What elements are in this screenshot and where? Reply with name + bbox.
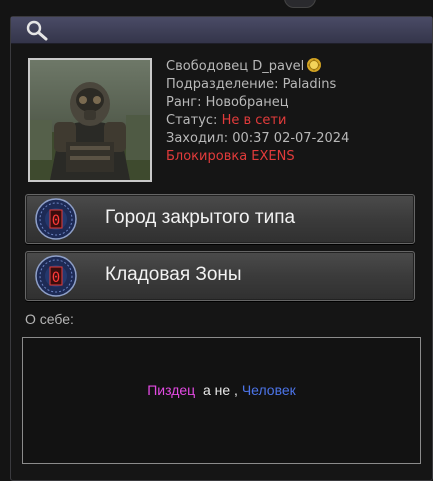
group-row-closed-city[interactable]: 0 Город закрытого типа (25, 194, 415, 244)
about-text: Пиздец а не , Человек (23, 382, 420, 398)
about-box: Пиздец а не , Человек (22, 337, 421, 464)
search-icon[interactable] (25, 19, 49, 41)
profile-name-line: Свободовец D_pavel (166, 57, 349, 76)
group-emblem-value: 0 (52, 213, 60, 229)
about-word-3: Человек (241, 382, 296, 398)
profile-rank: Ранг: Новобранец (166, 95, 289, 110)
profile-name[interactable]: Свободовец D_pavel (166, 59, 304, 74)
profile-panel: Свободовец D_pavel Подразделение: Paladi… (10, 16, 433, 481)
about-word-1: Пиздец (147, 382, 196, 398)
group-row-zone-storage[interactable]: 0 Кладовая Зоны (25, 251, 415, 301)
profile-last-seen: Заходил: 00:37 02-07-2024 (166, 131, 350, 146)
status-value: Не в сети (221, 113, 287, 128)
group-emblem-value: 0 (52, 270, 60, 286)
group-emblem-icon: 0 (35, 198, 77, 240)
profile-info: Свободовец D_pavel Подразделение: Paladi… (166, 57, 349, 166)
group-emblem-icon: 0 (35, 255, 77, 297)
rank-badge-icon (307, 58, 322, 72)
avatar[interactable] (28, 58, 152, 182)
profile-status: Статус: Не в сети (166, 112, 349, 130)
about-word-2: а не , (202, 382, 238, 398)
about-label: О себе: (25, 311, 74, 327)
avatar-image (30, 60, 150, 180)
profile-block-status: Блокировка EXENS (166, 149, 295, 164)
top-tab-knob (284, 0, 316, 8)
status-label: Статус: (166, 113, 218, 128)
group-label: Кладовая Зоны (105, 264, 242, 285)
group-label: Город закрытого типа (105, 207, 296, 228)
profile-division: Подразделение: Paladins (166, 77, 337, 92)
panel-header (11, 17, 432, 44)
